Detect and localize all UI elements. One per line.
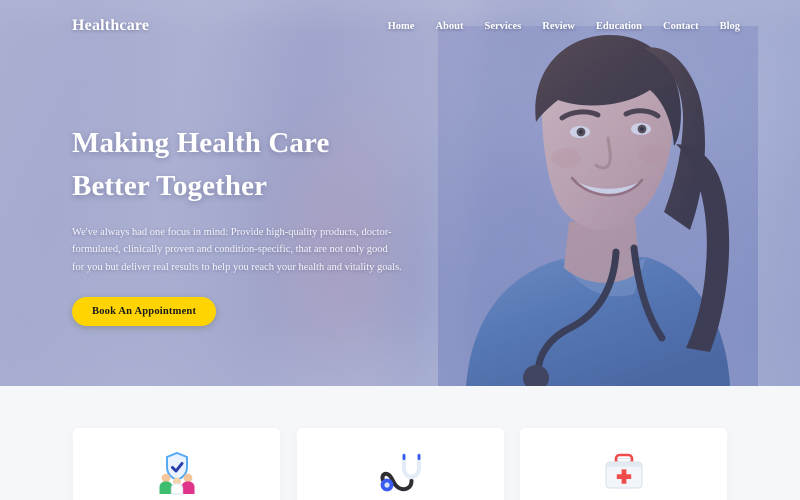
nav-services[interactable]: Services: [484, 21, 521, 32]
nav-about[interactable]: About: [435, 21, 463, 32]
nav-contact[interactable]: Contact: [663, 21, 699, 32]
main-navigation: Home About Services Review Education Con…: [388, 21, 740, 32]
feature-cards-row: [73, 428, 727, 500]
nurse-photo: [438, 26, 758, 386]
nav-education[interactable]: Education: [596, 21, 642, 32]
hero-title: Making Health Care Better Together: [72, 127, 330, 202]
site-logo[interactable]: Healthcare: [72, 17, 149, 35]
hero-subtitle: We've always had one focus in mind: Prov…: [72, 226, 402, 274]
book-appointment-button[interactable]: Book An Appointment: [72, 296, 217, 326]
family-shield-icon: [153, 448, 201, 496]
first-aid-kit-icon: [600, 448, 648, 496]
hero-section: Healthcare Home About Services Review Ed…: [0, 0, 800, 386]
features-section: [0, 386, 800, 500]
nav-review[interactable]: Review: [542, 21, 575, 32]
feature-card-emergency[interactable]: [520, 428, 727, 500]
nav-home[interactable]: Home: [388, 21, 415, 32]
feature-card-insurance[interactable]: [73, 428, 280, 500]
nav-blog[interactable]: Blog: [720, 21, 740, 32]
site-header: Healthcare Home About Services Review Ed…: [0, 0, 800, 52]
feature-card-checkup[interactable]: [296, 428, 504, 500]
hero-content: Making Health Care Better Together We've…: [72, 122, 402, 326]
stethoscope-icon: [376, 448, 424, 496]
